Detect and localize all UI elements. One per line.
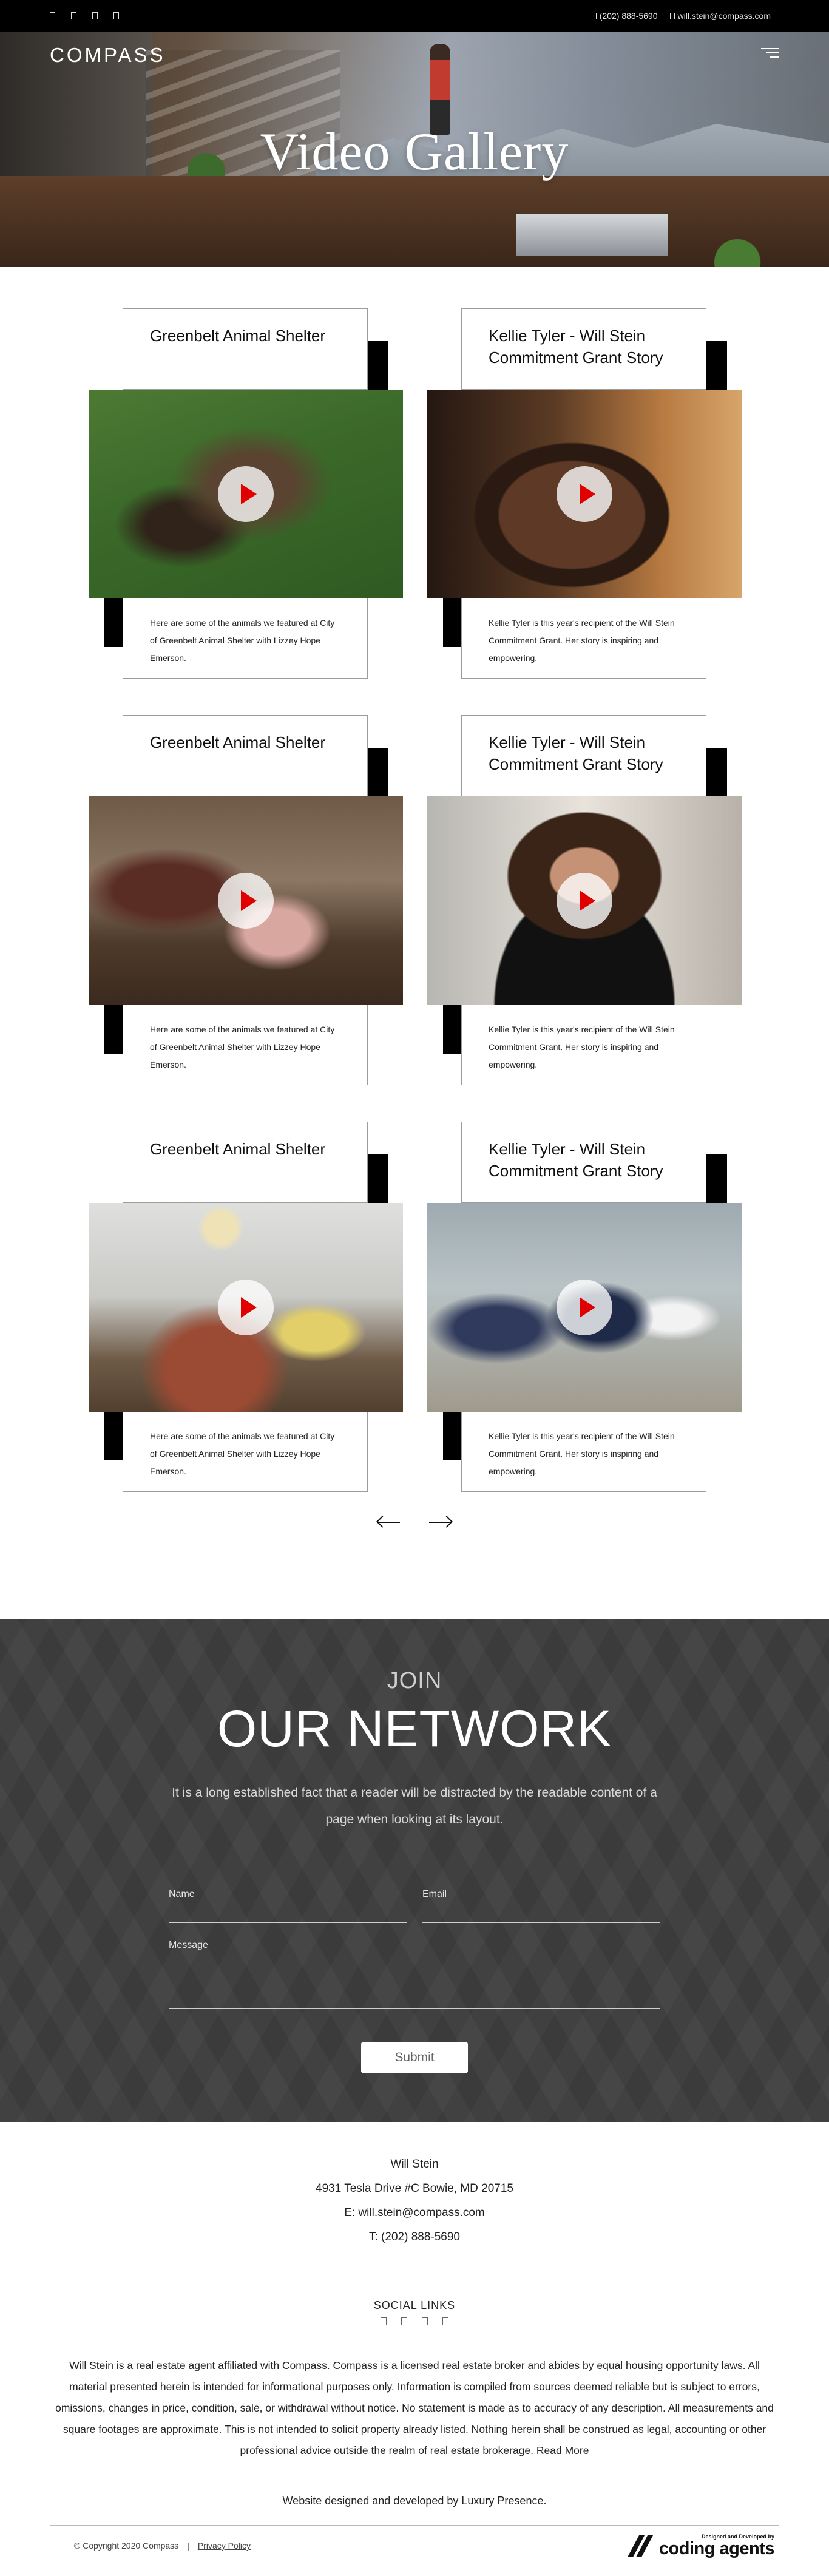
topbar-contact: (202) 888-5690 will.stein@compass.com bbox=[591, 11, 771, 21]
video-card: Kellie Tyler - Will Stein Commitment Gra… bbox=[427, 1122, 767, 1492]
footer-divider bbox=[50, 2525, 779, 2526]
play-icon[interactable] bbox=[557, 873, 612, 929]
video-title: Kellie Tyler - Will Stein Commitment Gra… bbox=[489, 327, 663, 367]
site-credit: Website designed and developed by Luxury… bbox=[282, 2495, 547, 2507]
twitter-icon[interactable] bbox=[71, 12, 76, 19]
name-input[interactable] bbox=[169, 1906, 407, 1917]
message-input[interactable] bbox=[169, 1957, 660, 1999]
name-label: Name bbox=[169, 1889, 195, 1899]
video-card: Kellie Tyler - Will Stein Commitment Gra… bbox=[427, 715, 767, 1085]
video-card: Greenbelt Animal Shelter Here are some o… bbox=[89, 1122, 428, 1492]
play-icon[interactable] bbox=[557, 466, 612, 522]
disclaimer-text: Will Stein is a real estate agent affili… bbox=[55, 2359, 774, 2456]
office-group-video-thumbnail[interactable] bbox=[89, 1203, 403, 1412]
video-card: Greenbelt Animal Shelter Here are some o… bbox=[89, 308, 428, 679]
play-icon[interactable] bbox=[218, 873, 274, 929]
instagram-icon[interactable] bbox=[92, 12, 98, 19]
agent-email[interactable]: E: will.stein@compass.com bbox=[0, 2201, 829, 2225]
instagram-icon[interactable] bbox=[422, 2317, 428, 2325]
agent-address: 4931 Tesla Drive #C Bowie, MD 20715 bbox=[316, 2182, 513, 2195]
hero-banner: COMPASS Video Gallery bbox=[0, 32, 829, 267]
video-description: Here are some of the animals we featured… bbox=[150, 1025, 335, 1069]
read-more-link[interactable]: Read More bbox=[536, 2444, 589, 2456]
topbar-phone: (202) 888-5690 bbox=[599, 11, 658, 21]
play-icon[interactable] bbox=[557, 1280, 612, 1335]
email-field: Email bbox=[422, 1889, 660, 1923]
agent-contact-block: Will Stein 4931 Tesla Drive #C Bowie, MD… bbox=[0, 2152, 829, 2249]
video-description: Kellie Tyler is this year's recipient of… bbox=[489, 1431, 675, 1476]
facebook-icon[interactable] bbox=[381, 2317, 387, 2325]
video-card: Kellie Tyler - Will Stein Commitment Gra… bbox=[427, 308, 767, 679]
video-title: Greenbelt Animal Shelter bbox=[150, 733, 326, 751]
social-links-heading: SOCIAL LINKS bbox=[373, 2299, 456, 2311]
video-title: Kellie Tyler - Will Stein Commitment Gra… bbox=[489, 1140, 663, 1180]
footer-bottom: © Copyright 2020 Compass | Privacy Polic… bbox=[74, 2541, 251, 2551]
name-field: Name bbox=[169, 1889, 407, 1923]
dog-video-thumbnail[interactable] bbox=[89, 390, 403, 598]
topbar-email: will.stein@compass.com bbox=[677, 11, 771, 21]
gallery-pagination bbox=[0, 1515, 829, 1530]
video-description: Kellie Tyler is this year's recipient of… bbox=[489, 1025, 675, 1069]
footer-separator: | bbox=[187, 2541, 189, 2551]
three-people-video-thumbnail[interactable] bbox=[427, 1203, 742, 1412]
video-gallery: Greenbelt Animal Shelter Here are some o… bbox=[0, 267, 829, 1619]
video-title: Kellie Tyler - Will Stein Commitment Gra… bbox=[489, 733, 663, 773]
facebook-icon[interactable] bbox=[50, 12, 55, 19]
site-footer: Will Stein 4931 Tesla Drive #C Bowie, MD… bbox=[0, 2122, 829, 2576]
compass-logo[interactable]: COMPASS bbox=[50, 44, 166, 67]
play-icon[interactable] bbox=[218, 466, 274, 522]
topbar-phone-link[interactable]: (202) 888-5690 bbox=[591, 11, 658, 21]
hamburger-menu-icon[interactable] bbox=[761, 45, 779, 59]
join-network-section: JOIN OUR NETWORK It is a long establishe… bbox=[0, 1619, 829, 2122]
topbar-email-link[interactable]: will.stein@compass.com bbox=[669, 11, 771, 21]
video-title: Greenbelt Animal Shelter bbox=[150, 327, 326, 345]
submit-button[interactable]: Submit bbox=[361, 2042, 468, 2073]
video-description: Here are some of the animals we featured… bbox=[150, 618, 335, 663]
twitter-icon[interactable] bbox=[401, 2317, 407, 2325]
curly-hair-woman-video-thumbnail[interactable] bbox=[427, 796, 742, 1005]
linkedin-icon[interactable] bbox=[113, 12, 119, 19]
network-title: OUR NETWORK bbox=[217, 1700, 612, 1757]
agent-phone[interactable]: T: (202) 888-5690 bbox=[0, 2225, 829, 2249]
top-bar: (202) 888-5690 will.stein@compass.com bbox=[0, 0, 829, 32]
woman-portrait-video-thumbnail[interactable] bbox=[427, 390, 742, 598]
linkedin-icon[interactable] bbox=[442, 2317, 448, 2325]
phone-icon bbox=[591, 13, 597, 19]
message-field: Message bbox=[169, 1940, 660, 2009]
email-label: Email bbox=[422, 1889, 447, 1899]
envelope-icon bbox=[669, 13, 675, 19]
video-description: Kellie Tyler is this year's recipient of… bbox=[489, 618, 675, 663]
play-icon[interactable] bbox=[218, 1280, 274, 1335]
brand-name: coding agents bbox=[658, 2539, 775, 2558]
brand-logo-icon bbox=[628, 2534, 654, 2557]
email-input[interactable] bbox=[422, 1906, 660, 1917]
copyright: © Copyright 2020 Compass bbox=[74, 2541, 179, 2551]
network-kicker: JOIN bbox=[387, 1668, 442, 1693]
video-description: Here are some of the animals we featured… bbox=[150, 1431, 335, 1476]
video-title: Greenbelt Animal Shelter bbox=[150, 1140, 326, 1158]
developer-brand[interactable]: Designed and Developed by coding agents bbox=[628, 2534, 775, 2558]
message-label: Message bbox=[169, 1940, 208, 1950]
footer-social-links bbox=[0, 2317, 829, 2325]
topbar-social-links bbox=[50, 12, 119, 19]
agent-name: Will Stein bbox=[390, 2158, 439, 2171]
legal-disclaimer: Will Stein is a real estate agent affili… bbox=[50, 2355, 779, 2461]
privacy-policy-link[interactable]: Privacy Policy bbox=[198, 2541, 251, 2551]
arrow-right-icon[interactable] bbox=[428, 1515, 453, 1530]
network-lead: It is a long established fact that a rea… bbox=[172, 1786, 657, 1826]
arrow-left-icon[interactable] bbox=[376, 1515, 401, 1530]
page-title: Video Gallery bbox=[260, 123, 569, 181]
video-card: Greenbelt Animal Shelter Here are some o… bbox=[89, 715, 428, 1085]
family-video-thumbnail[interactable] bbox=[89, 796, 403, 1005]
